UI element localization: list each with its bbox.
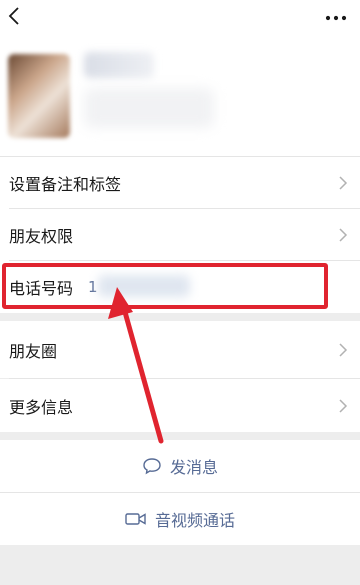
friend-permission-label: 朋友权限: [9, 227, 74, 246]
top-bar: [0, 0, 360, 42]
blurred-account-info: [84, 88, 214, 128]
remark-tags-row[interactable]: 设置备注和标签: [0, 157, 360, 209]
video-camera-icon: [125, 513, 146, 525]
chevron-right-icon: [339, 228, 348, 242]
chevron-right-icon: [339, 176, 348, 190]
chat-bubble-icon: [143, 458, 161, 475]
chevron-right-icon: [339, 399, 348, 413]
moments-row[interactable]: 朋友圈: [0, 321, 360, 378]
video-call-label: 音视频通话: [154, 511, 235, 530]
send-message-label: 发消息: [169, 458, 218, 477]
section-gap: [0, 432, 360, 440]
moments-label: 朋友圈: [9, 341, 58, 361]
more-dots-icon[interactable]: [320, 2, 352, 30]
chevron-right-icon: [339, 343, 348, 357]
friend-permission-row[interactable]: 朋友权限: [0, 209, 360, 261]
profile-card: [0, 42, 360, 157]
remark-tags-label: 设置备注和标签: [9, 175, 122, 194]
blurred-nickname: [84, 52, 154, 78]
video-call-button[interactable]: 音视频通话: [0, 493, 360, 545]
more-info-label: 更多信息: [9, 397, 74, 417]
highlight-box: [2, 263, 328, 309]
send-message-button[interactable]: 发消息: [0, 440, 360, 492]
section-gap: [0, 313, 360, 321]
avatar[interactable]: [8, 54, 70, 138]
back-chevron-icon[interactable]: [4, 4, 32, 32]
more-info-row[interactable]: 更多信息: [0, 379, 360, 432]
